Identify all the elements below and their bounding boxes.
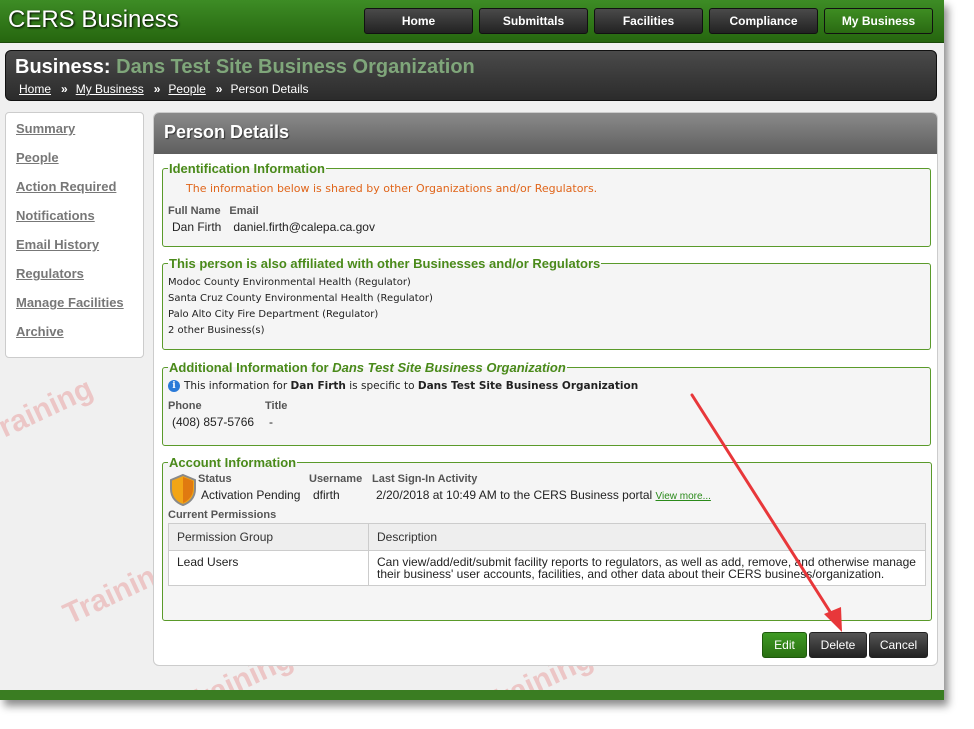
annotation-arrow-icon <box>690 393 842 632</box>
